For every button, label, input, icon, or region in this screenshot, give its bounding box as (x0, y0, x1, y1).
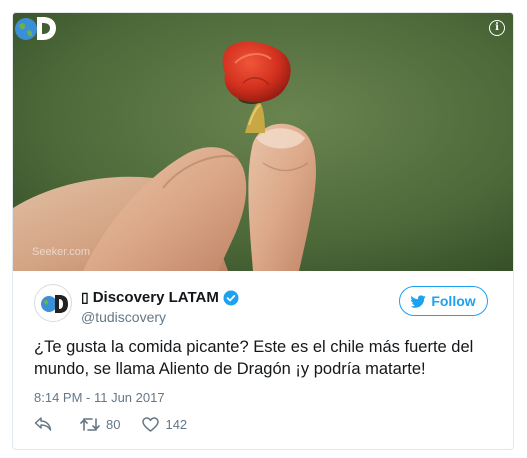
info-icon[interactable]: i (489, 20, 505, 36)
tweet-media-image[interactable]: i Seeker.com (13, 13, 513, 271)
retweet-button[interactable]: 80 (80, 417, 120, 432)
discovery-avatar-icon (41, 295, 68, 313)
tweet-timestamp[interactable]: 8:14 PM - 11 Jun 2017 (34, 390, 165, 405)
follow-button[interactable]: Follow (399, 286, 488, 316)
author-handle[interactable]: @tudiscovery (81, 309, 166, 325)
author-display-name[interactable]: Discovery LATAM (93, 289, 219, 306)
tweet-card: i Seeker.com ▯ Discovery LATAM @tudiscov… (12, 12, 514, 450)
author-name-row[interactable]: ▯ Discovery LATAM (81, 289, 239, 306)
tweet-actions: 80 142 (34, 416, 209, 432)
like-count: 142 (165, 416, 188, 432)
reply-icon (34, 417, 52, 431)
chili-photo (13, 13, 513, 271)
avatar[interactable] (34, 284, 72, 322)
twitter-bird-icon (411, 294, 427, 308)
tweet-header: ▯ Discovery LATAM @tudiscovery Follow (13, 271, 513, 331)
retweet-count: 80 (106, 416, 121, 432)
heart-icon (142, 416, 160, 432)
name-prefix-glyph: ▯ (81, 289, 89, 305)
retweet-icon (80, 417, 100, 431)
like-button[interactable]: 142 (142, 417, 187, 432)
discovery-logo-icon (15, 17, 56, 40)
verified-badge-icon (223, 290, 239, 305)
tweet-text: ¿Te gusta la comida picante? Este es el … (34, 338, 474, 378)
media-watermark: Seeker.com (32, 246, 91, 258)
reply-button[interactable] (34, 416, 58, 432)
follow-button-label: Follow (431, 293, 476, 309)
